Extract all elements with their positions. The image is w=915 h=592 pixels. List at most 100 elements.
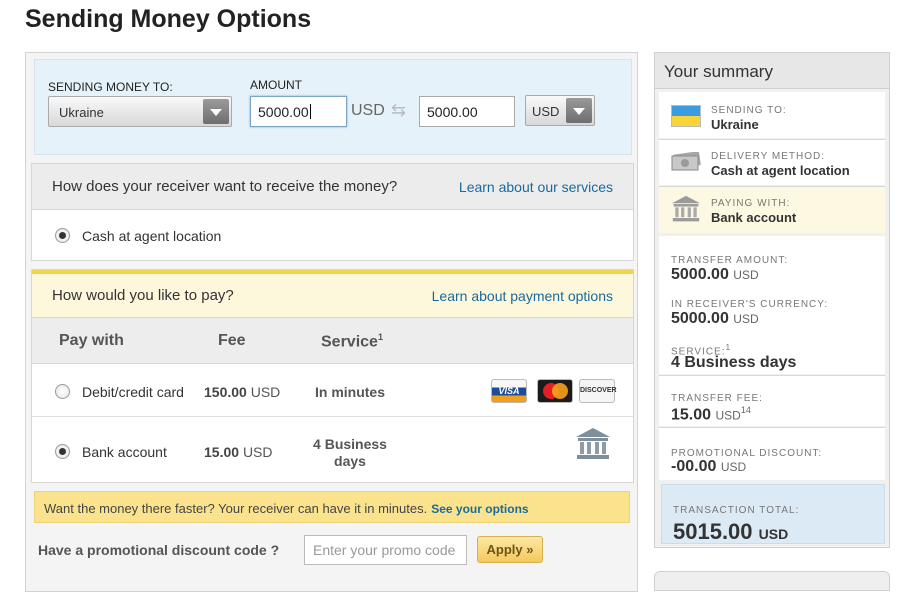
summary-footer-box [654, 571, 890, 591]
summary-amounts: TRANSFER AMOUNT: 5000.00 USD IN RECEIVER… [659, 236, 885, 374]
promo-code-label: Have a promotional discount code ? [38, 542, 280, 558]
delivery-summary-value: Cash at agent location [711, 163, 850, 178]
discover-label: DISCOVER [580, 387, 617, 394]
fee-summary-sup: 14 [740, 405, 751, 415]
sending-to-summary-label: SENDING TO: [711, 105, 787, 116]
debit-fee-currency: USD [250, 384, 281, 400]
total-value: 5015.00 [673, 519, 753, 544]
bank-account-service: 4 Business days [308, 436, 392, 470]
country-value: Ukraine [59, 105, 104, 120]
discover-card-icon: DISCOVER [579, 379, 617, 403]
discount-summary-currency: USD [720, 460, 747, 474]
table-row[interactable]: Bank account 15.00 USD 4 Business days [32, 418, 633, 482]
service-summary-value: 4 Business days [671, 354, 797, 371]
fee-summary-value: 15.00 [671, 406, 712, 424]
pay-question-bar: How would you like to pay? Learn about p… [32, 270, 633, 318]
apply-button[interactable]: Apply » [477, 536, 543, 563]
discount-summary: -00.00 USD [671, 458, 746, 476]
fee-summary-label: TRANSFER FEE: [671, 393, 763, 404]
see-options-link[interactable]: See your options [431, 502, 528, 516]
text-caret [309, 104, 311, 119]
cash-agent-radio[interactable] [55, 228, 70, 243]
currency-select[interactable]: USD [525, 95, 595, 126]
bank-account-radio[interactable] [55, 444, 70, 459]
service-summary-sup: 1 [725, 342, 732, 352]
header-service-sup: 1 [377, 332, 383, 342]
faster-banner-text: Want the money there faster? Your receiv… [44, 501, 428, 516]
bank-service-line2: days [334, 453, 366, 469]
transfer-amount-currency: USD [733, 268, 759, 282]
summary-sending-to: SENDING TO: Ukraine [659, 92, 885, 138]
ukraine-flag-icon [671, 105, 701, 127]
total-currency: USD [758, 526, 789, 542]
currency-value: USD [532, 104, 560, 119]
bank-fee-value: 15.00 [204, 444, 240, 460]
faster-options-banner: Want the money there faster? Your receiv… [34, 491, 630, 523]
header-pay-with: Pay with [59, 332, 124, 349]
debit-card-radio[interactable] [55, 384, 70, 399]
promo-code-input[interactable]: Enter your promo code [304, 535, 467, 565]
page-title: Sending Money Options [25, 5, 312, 33]
debit-fee-value: 150.00 [204, 384, 247, 400]
receive-question-bar: How does your receiver want to receive t… [32, 164, 633, 210]
debit-card-label: Debit/credit card [82, 384, 184, 400]
receiver-amount-value: 5000.00 [671, 310, 729, 327]
delivery-summary-label: DELIVERY METHOD: [711, 151, 825, 162]
summary-delivery: DELIVERY METHOD: Cash at agent location [659, 140, 885, 185]
bank-icon [672, 195, 700, 222]
bank-account-fee: 15.00 USD [204, 444, 273, 460]
amount-value: 5000.00 [258, 104, 309, 120]
receiver-currency-label: IN RECEIVER'S CURRENCY: [671, 299, 829, 310]
pay-question: How would you like to pay? [52, 287, 234, 304]
summary-fee: TRANSFER FEE: 15.00 USD14 [659, 376, 885, 426]
debit-card-fee: 150.00 USD [204, 384, 280, 400]
receiver-amount-currency: USD [733, 312, 759, 326]
chevron-down-icon [203, 99, 229, 124]
receive-amount-input[interactable]: 5000.00 [419, 96, 515, 127]
amount-currency: USD [351, 102, 385, 119]
country-select[interactable]: Ukraine [48, 96, 232, 127]
receive-method-card: How does your receiver want to receive t… [31, 163, 634, 261]
options-panel: SENDING MONEY TO: Ukraine AMOUNT 5000.00… [25, 52, 638, 592]
fee-summary: 15.00 USD14 [671, 405, 751, 424]
sending-to-label: SENDING MONEY TO: [48, 80, 173, 94]
visa-card-icon: VISA [491, 379, 527, 403]
bank-fee-currency: USD [242, 444, 273, 460]
cash-icon [671, 152, 701, 171]
paying-summary-value: Bank account [711, 210, 797, 225]
payment-card: How would you like to pay? Learn about p… [31, 269, 634, 483]
debit-card-service: In minutes [314, 384, 385, 400]
receiver-amount: 5000.00 USD [671, 310, 759, 328]
transaction-total: TRANSACTION TOTAL: 5015.00 USD [661, 484, 885, 544]
bank-icon [576, 428, 610, 459]
receive-question: How does your receiver want to receive t… [52, 178, 398, 195]
amount-input[interactable]: 5000.00 [250, 96, 347, 127]
cash-agent-label: Cash at agent location [82, 228, 222, 244]
table-row[interactable]: Debit/credit card 150.00 USD In minutes … [32, 365, 633, 417]
learn-services-link[interactable]: Learn about our services [459, 179, 613, 195]
total-value-wrap: 5015.00 USD [673, 519, 788, 545]
discount-summary-value: -00.00 [671, 458, 717, 475]
bank-account-label: Bank account [82, 444, 167, 460]
summary-panel: Your summary SENDING TO: Ukraine DELIVER… [654, 52, 890, 548]
learn-payment-link[interactable]: Learn about payment options [432, 288, 613, 304]
sending-box: SENDING MONEY TO: Ukraine AMOUNT 5000.00… [34, 59, 632, 155]
swap-arrows-icon: ⇆ [391, 100, 407, 120]
fee-summary-currency: USD [715, 408, 741, 423]
transfer-amount: 5000.00 USD [671, 266, 759, 284]
total-label: TRANSACTION TOTAL: [673, 505, 800, 516]
chevron-down-icon [566, 98, 592, 123]
visa-label: VISA [498, 386, 520, 396]
sending-to-summary-value: Ukraine [711, 117, 759, 132]
faster-banner-text-wrap: Want the money there faster? Your receiv… [44, 501, 529, 516]
paying-summary-label: PAYING WITH: [711, 198, 791, 209]
transfer-amount-label: TRANSFER AMOUNT: [671, 255, 789, 266]
payment-table-header: Pay with Fee Service1 [32, 318, 633, 364]
header-service: Service1 [321, 332, 383, 351]
header-fee: Fee [218, 332, 246, 349]
header-service-label: Service [321, 333, 378, 351]
mastercard-icon [537, 379, 573, 403]
summary-discount: PROMOTIONAL DISCOUNT: -00.00 USD [659, 428, 885, 480]
amount-label: AMOUNT [250, 78, 302, 92]
bank-service-line1: 4 Business [313, 436, 387, 452]
